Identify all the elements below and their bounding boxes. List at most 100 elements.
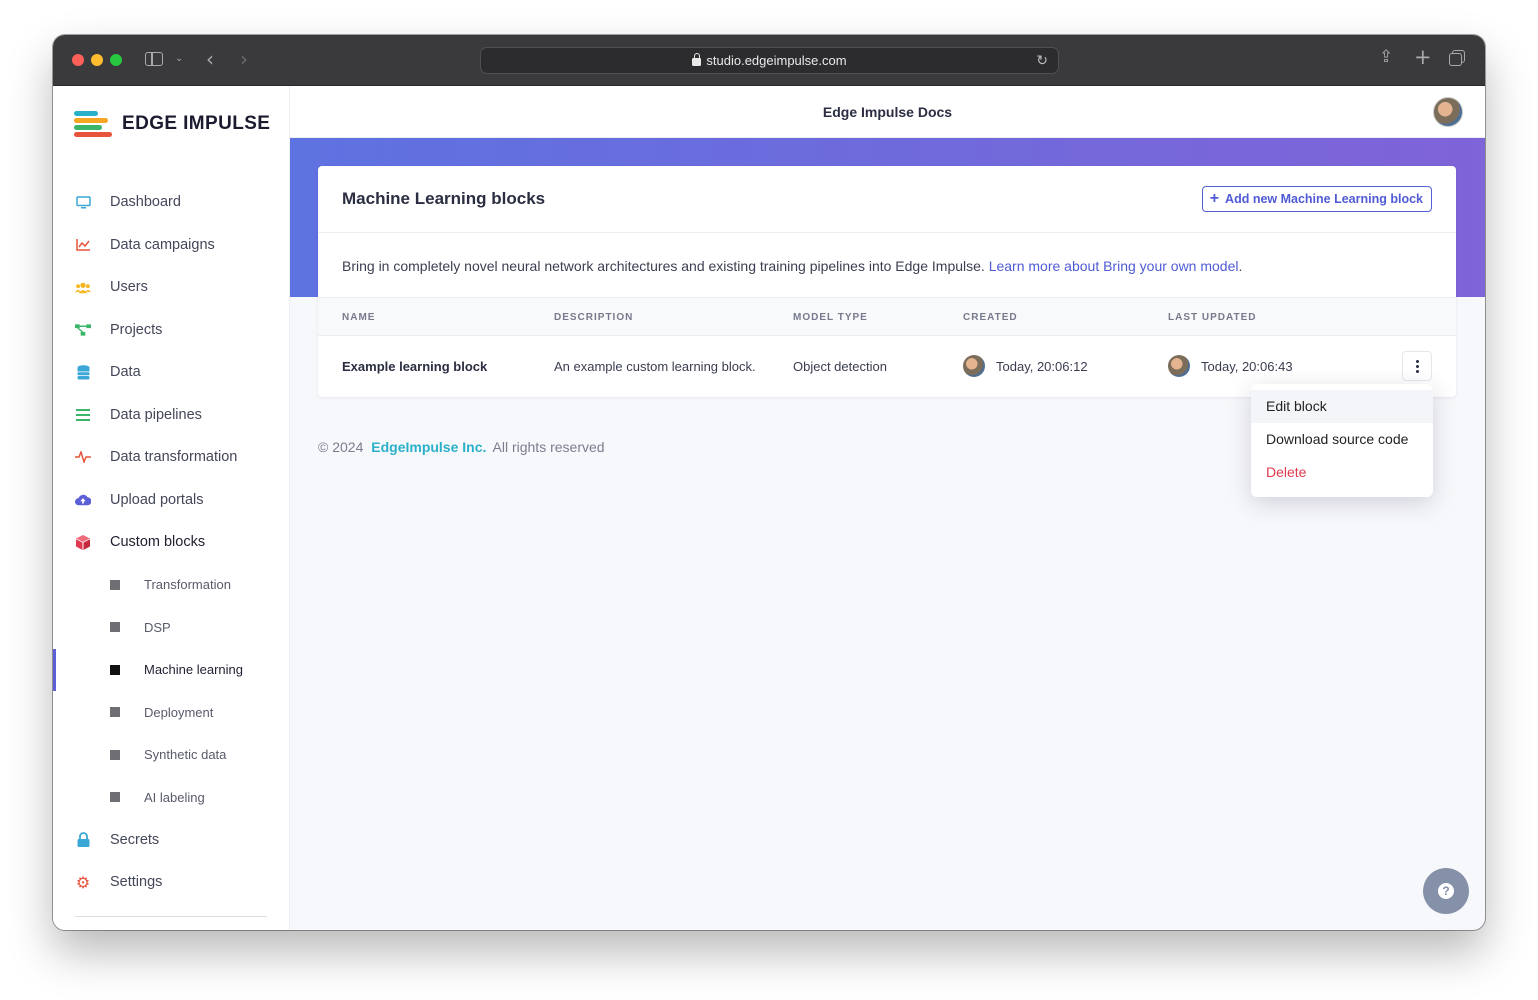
logo-text: EDGE IMPULSE <box>122 113 271 134</box>
sidebar-item-label: Users <box>110 279 148 296</box>
address-bar[interactable]: studio.edgeimpulse.com ↻ <box>480 47 1059 74</box>
description-text: Bring in completely novel neural network… <box>342 258 985 274</box>
user-avatar[interactable] <box>1433 97 1463 127</box>
sidebar-item-label: Data pipelines <box>110 406 202 423</box>
last-updated-time: Today, 20:06:43 <box>1201 359 1293 374</box>
sidebar-subitem-deployment[interactable]: Deployment <box>53 691 290 734</box>
menu-item-download-source[interactable]: Download source code <box>1251 423 1433 456</box>
help-button[interactable]: ? <box>1423 868 1469 914</box>
lock-icon <box>692 53 702 66</box>
bullet-icon <box>110 579 120 590</box>
sidebar-item-label: Projects <box>110 321 163 338</box>
zoom-window-button[interactable] <box>110 54 122 66</box>
sidebar-item-label: Dashboard <box>110 194 181 211</box>
plus-icon: + <box>1209 190 1220 207</box>
add-ml-block-button[interactable]: + Add new Machine Learning block <box>1201 186 1432 212</box>
sidebar-item-custom-blocks[interactable]: Custom blocks <box>53 521 290 564</box>
new-tab-icon[interactable]: + <box>1414 47 1432 68</box>
sidebar-subitem-label: Transformation <box>144 577 231 593</box>
sidebar-toggle-icon[interactable] <box>145 52 163 66</box>
edge-impulse-logo-icon <box>74 111 112 137</box>
sidebar-item-label: Upload portals <box>110 491 204 508</box>
database-icon <box>75 364 91 380</box>
close-window-button[interactable] <box>72 54 84 66</box>
sidebar-item-data-transformation[interactable]: Data transformation <box>53 436 290 479</box>
tabs-overview-icon[interactable] <box>1449 50 1465 66</box>
ml-blocks-card: Machine Learning blocks + Add new Machin… <box>318 166 1456 397</box>
column-header-last-updated[interactable]: LAST UPDATED <box>1168 312 1256 323</box>
sidebar-item-upload-portals[interactable]: Upload portals <box>53 479 290 522</box>
column-header-created[interactable]: CREATED <box>963 312 1018 323</box>
row-actions-menu-button[interactable] <box>1402 351 1432 381</box>
pulse-icon <box>75 449 91 465</box>
sidebar-item-data-pipelines[interactable]: Data pipelines <box>53 394 290 437</box>
sidebar-item-dashboard[interactable]: Dashboard <box>53 181 290 224</box>
avatar <box>1168 355 1190 377</box>
sidebar-nav: Dashboard Data campaigns Users Projects … <box>53 181 290 904</box>
bullet-icon <box>110 792 120 803</box>
menu-item-delete[interactable]: Delete <box>1251 456 1433 489</box>
block-model-type: Object detection <box>793 359 887 374</box>
reload-icon[interactable]: ↻ <box>1036 48 1048 73</box>
block-name[interactable]: Example learning block <box>342 359 487 374</box>
app: EDGE IMPULSE Dashboard Data campaigns Us… <box>53 86 1485 930</box>
last-updated-cell: Today, 20:06:43 <box>1168 355 1293 377</box>
back-icon[interactable]: ‹ <box>206 49 214 69</box>
cube-icon <box>75 534 91 550</box>
sidebar-subitem-label: Machine learning <box>144 662 244 678</box>
sidebar-subitem-ai-labeling[interactable]: AI labeling <box>53 776 290 819</box>
minimize-window-button[interactable] <box>91 54 103 66</box>
forward-icon[interactable]: › <box>240 49 248 69</box>
sidebar-item-label: Custom blocks <box>110 534 206 551</box>
footer-copyright: © 2024 <box>318 439 364 455</box>
table-header: NAME DESCRIPTION MODEL TYPE CREATED LAST… <box>318 297 1456 336</box>
bullet-icon <box>110 664 120 675</box>
cloud-upload-icon <box>75 492 91 508</box>
sidebar-item-label: Data transformation <box>110 449 238 466</box>
share-icon[interactable]: ⇪ <box>1379 49 1393 66</box>
sidebar-subitem-transformation[interactable]: Transformation <box>53 564 290 607</box>
bullet-icon <box>110 707 120 718</box>
sidebar-item-data[interactable]: Data <box>53 351 290 394</box>
main-content: Edge Impulse Docs Machine Learning block… <box>290 86 1485 930</box>
docs-link[interactable]: Edge Impulse Docs <box>290 104 1485 120</box>
add-ml-block-label: Add new Machine Learning block <box>1225 192 1423 206</box>
sidebar-subitem-machine-learning[interactable]: Machine learning <box>53 648 290 692</box>
sidebar-subitem-label: DSP <box>144 619 171 635</box>
sidebar-item-data-campaigns[interactable]: Data campaigns <box>53 224 290 267</box>
sidebar-item-users[interactable]: Users <box>53 266 290 309</box>
browser-toolbar: ⌄ ‹ › studio.edgeimpulse.com ↻ ⇪ + <box>53 35 1485 86</box>
sidebar-item-label: Data campaigns <box>110 236 215 253</box>
url-text: studio.edgeimpulse.com <box>706 53 847 68</box>
footer: © 2024 EdgeImpulse Inc. All rights reser… <box>318 439 605 455</box>
sidebar-item-label: Data <box>110 364 141 381</box>
projects-icon <box>75 322 91 338</box>
sidebar-item-projects[interactable]: Projects <box>53 309 290 352</box>
sidebar-subitem-label: Synthetic data <box>144 747 227 763</box>
pipeline-icon <box>75 407 91 423</box>
chevron-down-icon[interactable]: ⌄ <box>175 54 183 64</box>
page-title: Machine Learning blocks <box>342 189 546 208</box>
row-actions-dropdown: Edit block Download source code Delete <box>1251 384 1433 497</box>
footer-rights: All rights reserved <box>492 439 605 455</box>
menu-item-edit-block[interactable]: Edit block <box>1251 390 1433 423</box>
gear-icon: ⚙ <box>75 872 91 892</box>
sidebar-item-label: Secrets <box>110 831 160 848</box>
browser-window: ⌄ ‹ › studio.edgeimpulse.com ↻ ⇪ + EDGE … <box>53 35 1485 930</box>
column-header-model-type[interactable]: MODEL TYPE <box>793 312 868 323</box>
learn-more-link[interactable]: Learn more about Bring your own model <box>989 258 1239 274</box>
card-description: Bring in completely novel neural network… <box>342 258 1243 274</box>
monitor-icon <box>75 194 91 210</box>
created-time: Today, 20:06:12 <box>996 359 1088 374</box>
sidebar-subitem-dsp[interactable]: DSP <box>53 606 290 649</box>
column-header-name[interactable]: NAME <box>342 312 375 323</box>
sidebar-item-secrets[interactable]: Secrets <box>53 819 290 862</box>
logo[interactable]: EDGE IMPULSE <box>74 111 270 137</box>
column-header-description[interactable]: DESCRIPTION <box>554 312 633 323</box>
footer-company-link[interactable]: EdgeImpulse Inc. <box>371 439 486 455</box>
bullet-icon <box>110 622 120 633</box>
sidebar-subitem-synthetic-data[interactable]: Synthetic data <box>53 734 290 777</box>
avatar <box>963 355 985 377</box>
sidebar-item-settings[interactable]: ⚙ Settings <box>53 861 290 904</box>
sidebar-divider <box>75 916 267 917</box>
